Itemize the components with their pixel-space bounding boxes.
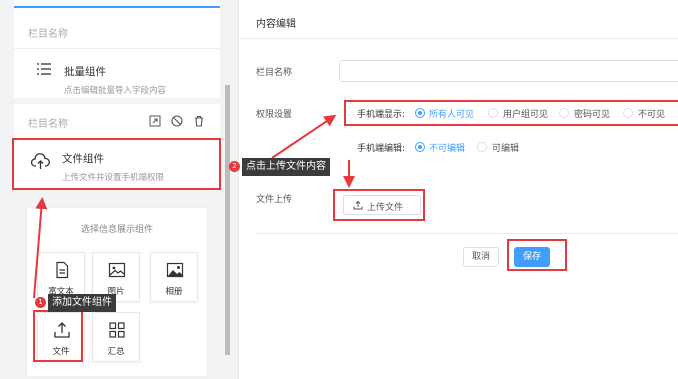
list-icon (37, 63, 51, 75)
album-icon (166, 262, 184, 278)
step-2-badge: 2 (229, 161, 240, 172)
radio-password-visible[interactable] (559, 108, 569, 118)
card-divider (14, 48, 220, 49)
radio-editable[interactable] (477, 142, 487, 152)
trash-icon[interactable] (193, 115, 205, 127)
step-1-tooltip: 添加文件组件 (48, 294, 116, 312)
cloud-upload-icon (31, 153, 50, 169)
step-2-tooltip: 点击上传文件内容 (242, 158, 330, 176)
column-name-label: 栏目名称 (256, 68, 293, 78)
component-name: 文件组件 (62, 153, 104, 165)
document-icon (56, 261, 69, 279)
cancel-button[interactable]: 取消 (463, 247, 499, 267)
tile-album[interactable]: 相册 (150, 252, 198, 302)
mobile-edit-label: 手机端编辑: (357, 144, 406, 154)
option-password-visible[interactable]: 密码可见 (574, 107, 610, 120)
panel-divider[interactable] (225, 85, 230, 355)
column-name-input[interactable] (339, 60, 678, 82)
radio-all-visible[interactable] (415, 108, 425, 118)
editor-header-divider (239, 38, 678, 39)
upload-file-button[interactable]: 上传文件 (343, 195, 421, 215)
radio-group-visible[interactable] (488, 108, 498, 118)
radio-not-editable[interactable] (415, 142, 425, 152)
option-invisible[interactable]: 不可见 (638, 107, 665, 120)
file-tile-highlight (33, 310, 83, 362)
step-1-badge: 1 (35, 297, 46, 308)
option-editable[interactable]: 可编辑 (492, 141, 519, 154)
save-button[interactable]: 保存 (514, 247, 550, 267)
permission-label: 权限设置 (256, 110, 293, 120)
card-column-title: 栏目名称 (28, 29, 68, 40)
footer-divider (256, 233, 678, 234)
picker-heading: 选择信息展示组件 (80, 225, 153, 235)
mobile-display-label: 手机端显示: (357, 110, 406, 120)
upload-icon (353, 200, 363, 210)
expand-icon[interactable] (149, 115, 161, 127)
card-column-title: 栏目名称 (28, 119, 68, 130)
upload-button-label: 上传文件 (367, 203, 404, 213)
tile-label: 汇总 (107, 347, 125, 357)
option-not-editable[interactable]: 不可编辑 (429, 141, 465, 154)
tile-label: 相册 (165, 287, 183, 297)
image-icon (108, 262, 126, 278)
option-group-visible[interactable]: 用户组可见 (503, 107, 548, 120)
file-upload-label: 文件上传 (256, 195, 293, 205)
content-editor-panel: 内容编辑 栏目名称 权限设置 手机端显示: 所有人可见 用户组可见 密码可见 不… (238, 0, 678, 379)
card-top-edge (14, 0, 220, 8)
component-desc: 上传文件并设置手机端权限 (62, 173, 165, 183)
tile-summary[interactable]: 汇总 (92, 312, 140, 362)
component-desc: 点击编辑批量导入字段内容 (64, 86, 167, 96)
component-name: 批量组件 (64, 66, 106, 78)
ban-icon[interactable] (171, 115, 183, 127)
batch-component-card[interactable]: 栏目名称 批量组件 点击编辑批量导入字段内容 (14, 8, 220, 98)
radio-invisible[interactable] (623, 108, 633, 118)
left-panel: 栏目名称 批量组件 点击编辑批量导入字段内容 栏目名称 文件组件 上传文件并设置… (0, 0, 222, 379)
file-component-highlight[interactable]: 文件组件 上传文件并设置手机端权限 (12, 138, 221, 190)
editor-title: 内容编辑 (256, 19, 296, 30)
option-all-visible[interactable]: 所有人可见 (429, 107, 474, 120)
grid-icon (109, 322, 125, 338)
